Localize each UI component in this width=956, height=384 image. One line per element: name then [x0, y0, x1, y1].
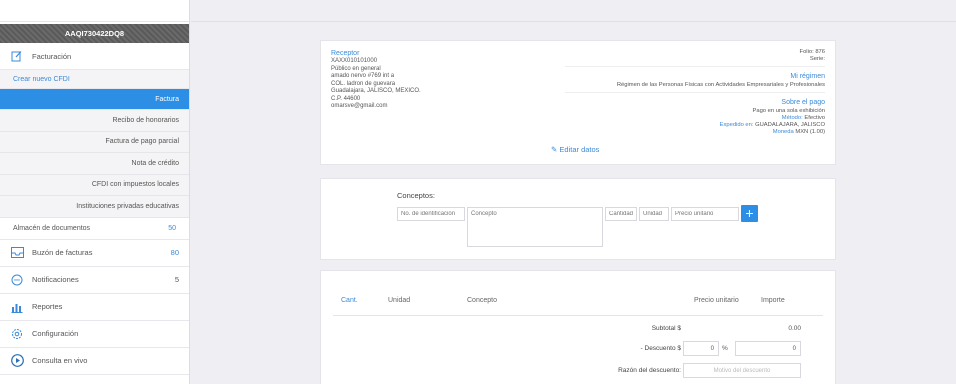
submenu-instituciones-educativas[interactable]: Instituciones privadas educativas [0, 196, 189, 218]
emisor-block: Folio: 876 Serie: Mi régimen Régimen de … [565, 49, 825, 136]
sidebar-item-label: Almacén de documentos [13, 224, 91, 232]
sidebar-item-almacen[interactable]: Almacén de documentos 50 [0, 218, 189, 240]
expedido-row: Expedido en: GUADALAJARA, JALISCO [565, 122, 825, 129]
divider [565, 92, 825, 93]
moneda-value: MXN (1.00) [795, 129, 825, 135]
sidebar-item-label: Configuración [32, 329, 79, 338]
chat-bubble-icon [10, 273, 24, 287]
metodo-label: Método: [781, 115, 803, 121]
buzon-count: 80 [170, 248, 179, 257]
divider [565, 66, 825, 67]
editar-datos-label: Editar datos [559, 145, 600, 154]
sidebar-item-consulta[interactable]: Consulta en vivo [0, 348, 189, 375]
sidebar-top [0, 0, 189, 22]
sidebar-item-label: Reportes [32, 302, 63, 311]
pago-title: Sobre el pago [781, 99, 825, 106]
almacen-count: 50 [168, 224, 176, 232]
receptor-title: Receptor [331, 50, 360, 57]
regimen-title: Mi régimen [790, 73, 825, 80]
col-precio: Precio unitario [694, 297, 739, 304]
percent-sign: % [722, 345, 728, 352]
concepto-field[interactable] [467, 207, 603, 247]
moneda-row: Moneda MXN (1.00) [565, 129, 825, 136]
sidebar-item-label: Buzón de facturas [32, 248, 93, 257]
col-unidad: Unidad [388, 297, 411, 304]
receptor-block: Receptor XAXX010101000 Público en genera… [331, 49, 421, 111]
cantidad-field[interactable] [605, 207, 637, 221]
editar-datos-link[interactable]: ✎ Editar datos [551, 145, 599, 154]
receptor-name: Público en general [331, 65, 381, 72]
moneda-label: Moneda [772, 129, 794, 135]
pencil-icon: ✎ [551, 145, 558, 154]
notificaciones-count: 5 [174, 275, 179, 284]
submenu-factura[interactable]: Factura [0, 89, 189, 110]
conceptos-label: Conceptos: [397, 191, 435, 200]
col-importe: Importe [761, 297, 785, 304]
crear-cfdi-link[interactable]: Crear nuevo CFDI [0, 70, 189, 89]
sidebar-item-facturacion[interactable]: Facturación [0, 43, 189, 70]
id-field[interactable] [397, 207, 465, 221]
bar-chart-icon [10, 300, 24, 314]
receptor-city: Guadalajara, JALISCO, MEXICO. [331, 88, 421, 94]
sidebar-item-label: Consulta en vivo [32, 356, 88, 365]
metodo-row: Método: Efectivo [565, 115, 825, 122]
gear-icon [10, 327, 24, 341]
conceptos-card: Conceptos: + [320, 178, 836, 260]
subtotal-label: Subtotal $ [651, 325, 681, 332]
razon-label: Razón del descuento: [618, 367, 681, 374]
sidebar-item-buzon[interactable]: Buzón de facturas 80 [0, 240, 189, 267]
submenu-nota-credito[interactable]: Nota de crédito [0, 153, 189, 175]
play-circle-icon [10, 354, 24, 368]
pago-forma: Pago en una sola exhibición [752, 108, 825, 114]
sidebar-item-reportes[interactable]: Reportes [0, 294, 189, 321]
expedido-value: GUADALAJARA, JALISCO [755, 122, 825, 128]
submenu-impuestos-locales[interactable]: CFDI con impuestos locales [0, 174, 189, 196]
rfc-banner: AAQI730422DQ8 [0, 24, 189, 43]
top-bar [191, 0, 956, 22]
regimen-value: Régimen de las Personas Físicas con Acti… [616, 82, 825, 88]
receptor-street: amado nervo #769 int a [331, 73, 395, 79]
edit-document-icon [10, 49, 24, 63]
receptor-rfc: XAXX010101000 [331, 58, 378, 64]
descuento-pct-input[interactable]: 0 [683, 341, 719, 356]
submenu-pago-parcial[interactable]: Factura de pago parcial [0, 131, 189, 153]
add-concepto-button[interactable]: + [741, 205, 758, 222]
serie: Serie: [809, 56, 825, 62]
totals-card: Cant. Unidad Concepto Precio unitario Im… [320, 270, 836, 384]
col-concepto: Concepto [467, 297, 497, 304]
receptor-colonia: COL. ladron de guevara [331, 80, 396, 87]
descuento-label: - Descuento $ [640, 345, 681, 352]
submenu-recibo-honorarios[interactable]: Recibo de honorarios [0, 110, 189, 132]
sidebar-item-label: Notificaciones [32, 275, 79, 284]
descuento-value-input[interactable]: 0 [735, 341, 801, 356]
precio-field[interactable] [671, 207, 739, 221]
sidebar-item-configuracion[interactable]: Configuración [0, 321, 189, 348]
table-divider [333, 315, 823, 316]
expedido-label: Expedido en: [719, 122, 754, 128]
subtotal-value: 0.00 [788, 325, 801, 332]
unidad-field[interactable] [639, 207, 669, 221]
receptor-cp: C.P. 44600 [331, 95, 361, 102]
metodo-value: Efectivo [804, 115, 825, 121]
sidebar: AAQI730422DQ8 Facturación Crear nuevo CF… [0, 0, 190, 384]
sidebar-item-notificaciones[interactable]: Notificaciones 5 [0, 267, 189, 294]
invoice-header-card: Receptor XAXX010101000 Público en genera… [320, 40, 836, 165]
col-cant: Cant. [341, 297, 358, 304]
folio: Folio: 876 [799, 49, 825, 55]
receptor-email: omarsve@gmail.com [331, 103, 388, 109]
razon-input[interactable]: Motivo del descuento [683, 363, 801, 378]
sidebar-item-label: Facturación [32, 51, 72, 61]
inbox-icon [10, 246, 24, 260]
